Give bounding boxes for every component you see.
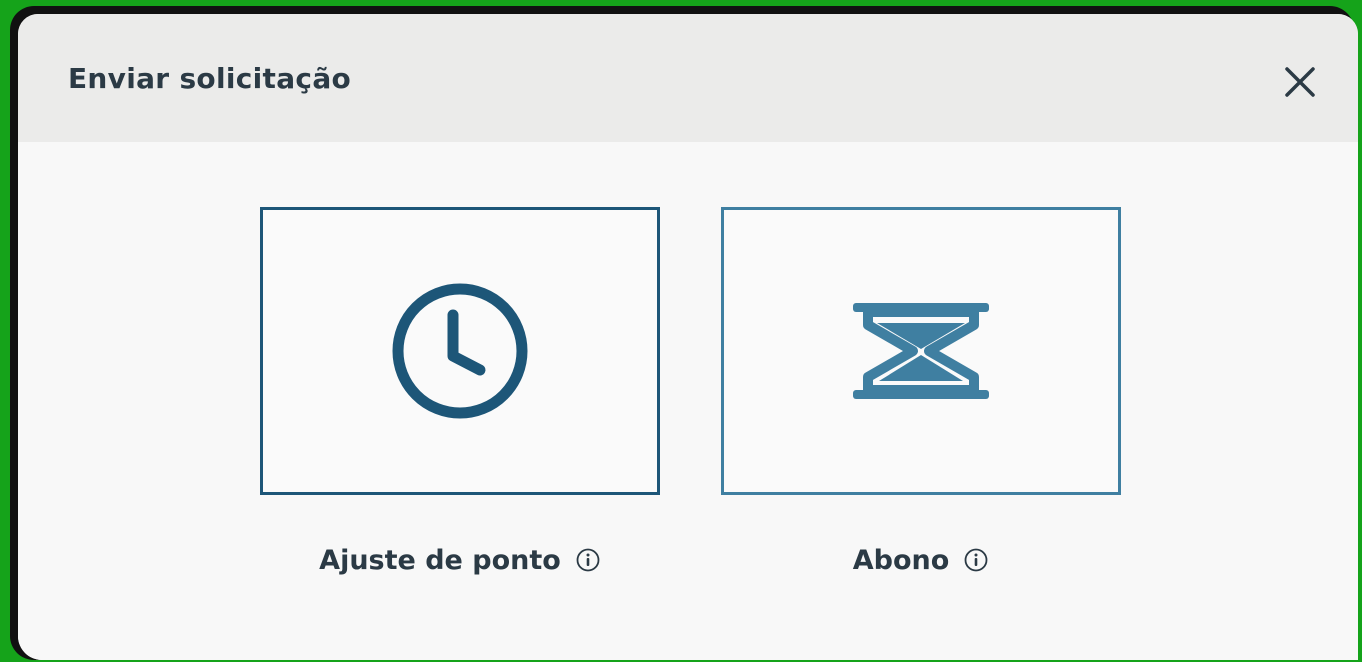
info-icon[interactable] [575,547,601,573]
clock-icon [392,283,528,419]
info-icon[interactable] [963,547,989,573]
close-button[interactable] [1276,58,1324,106]
ajuste-de-ponto-label: Ajuste de ponto [319,544,561,576]
ajuste-de-ponto-card[interactable] [260,207,660,495]
close-icon [1285,67,1315,97]
request-dialog: Enviar solicitação Ajuste de ponto Abono [10,6,1358,660]
abono-label-row: Abono [721,540,1121,580]
info-icon [964,548,988,572]
ajuste-de-ponto-label-row: Ajuste de ponto [260,540,660,580]
dialog-content: Enviar solicitação Ajuste de ponto Abono [18,14,1358,660]
hourglass-icon [853,303,989,399]
dialog-header: Enviar solicitação [18,14,1358,142]
dialog-title: Enviar solicitação [68,62,352,95]
abono-card[interactable] [721,207,1121,495]
dialog-body: Ajuste de ponto Abono [18,142,1358,660]
abono-label: Abono [852,544,950,576]
info-icon [576,548,600,572]
screenshot-frame: Enviar solicitação Ajuste de ponto Abono [0,0,1362,662]
